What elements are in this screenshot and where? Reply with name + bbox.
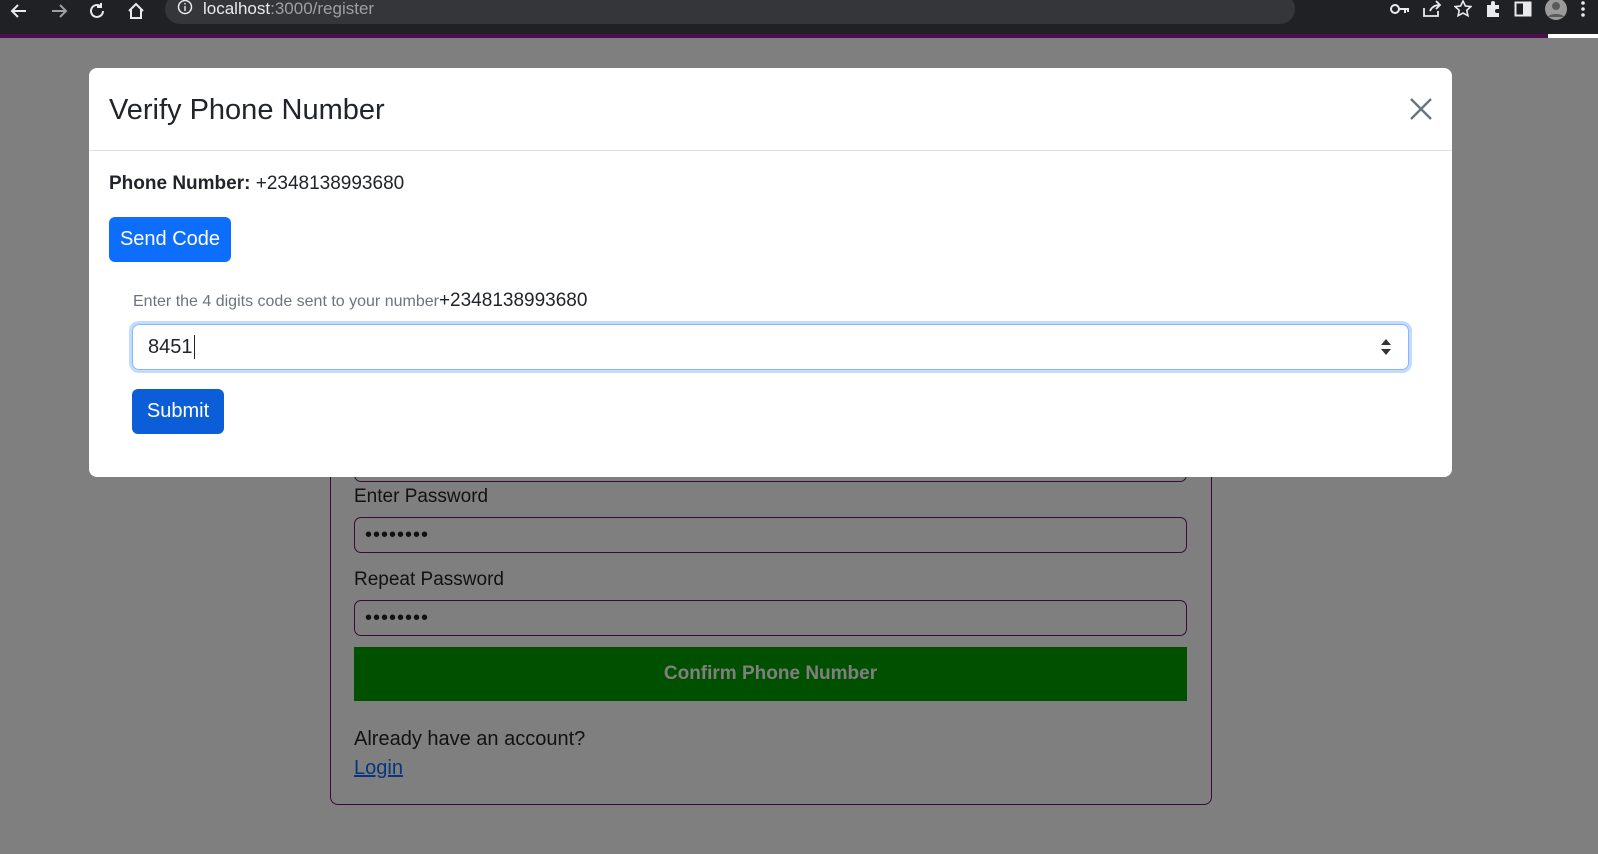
verification-code-value: 8451 (148, 335, 193, 358)
reload-icon[interactable] (86, 0, 108, 22)
back-icon[interactable] (8, 0, 30, 22)
url-host: localhost (203, 0, 271, 18)
browser-toolbar: localhost:3000/register (0, 0, 1598, 34)
submit-code-button[interactable]: Submit (132, 389, 224, 434)
modal-title: Verify Phone Number (109, 94, 385, 126)
close-icon[interactable] (1406, 94, 1436, 124)
site-info-icon[interactable] (177, 0, 193, 20)
phone-number-label: Phone Number: (109, 173, 251, 194)
code-help-text: Enter the 4 digits code sent to your num… (133, 290, 587, 312)
home-icon[interactable] (125, 0, 147, 22)
profile-avatar[interactable] (1544, 0, 1568, 26)
code-help-number: +2348138993680 (438, 290, 588, 311)
url-path: :3000/register (270, 0, 375, 18)
phone-number-line: Phone Number: +2348138993680 (109, 173, 404, 195)
bookmark-star-icon[interactable] (1453, 0, 1473, 23)
menu-kebab-icon[interactable] (1580, 0, 1586, 23)
send-code-button[interactable]: Send Code (109, 217, 231, 262)
address-bar[interactable]: localhost:3000/register (165, 0, 1295, 24)
verification-code-input[interactable]: 8451 (132, 324, 1409, 370)
number-spinner-icon[interactable] (1380, 335, 1392, 359)
modal-header: Verify Phone Number (89, 68, 1452, 151)
text-caret (193, 335, 195, 359)
key-icon[interactable] (1390, 1, 1410, 22)
url-text: localhost:3000/register (203, 0, 374, 19)
page-scrollbar[interactable] (1556, 38, 1598, 854)
side-panel-icon[interactable] (1514, 0, 1532, 23)
code-help-label: Enter the 4 digits code sent to your num… (133, 293, 439, 310)
share-icon[interactable] (1422, 0, 1442, 23)
phone-number-value: +2348138993680 (255, 173, 405, 194)
verify-phone-modal: Verify Phone Number Phone Number: +23481… (89, 68, 1452, 477)
forward-icon[interactable] (48, 0, 70, 22)
extensions-icon[interactable] (1484, 0, 1502, 23)
